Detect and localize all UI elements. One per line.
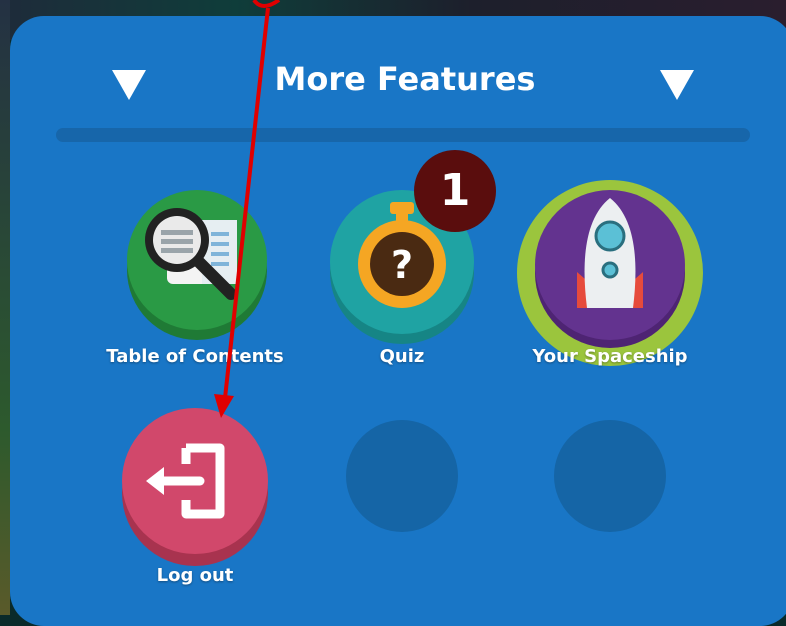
annotation-arrow (214, 0, 281, 418)
